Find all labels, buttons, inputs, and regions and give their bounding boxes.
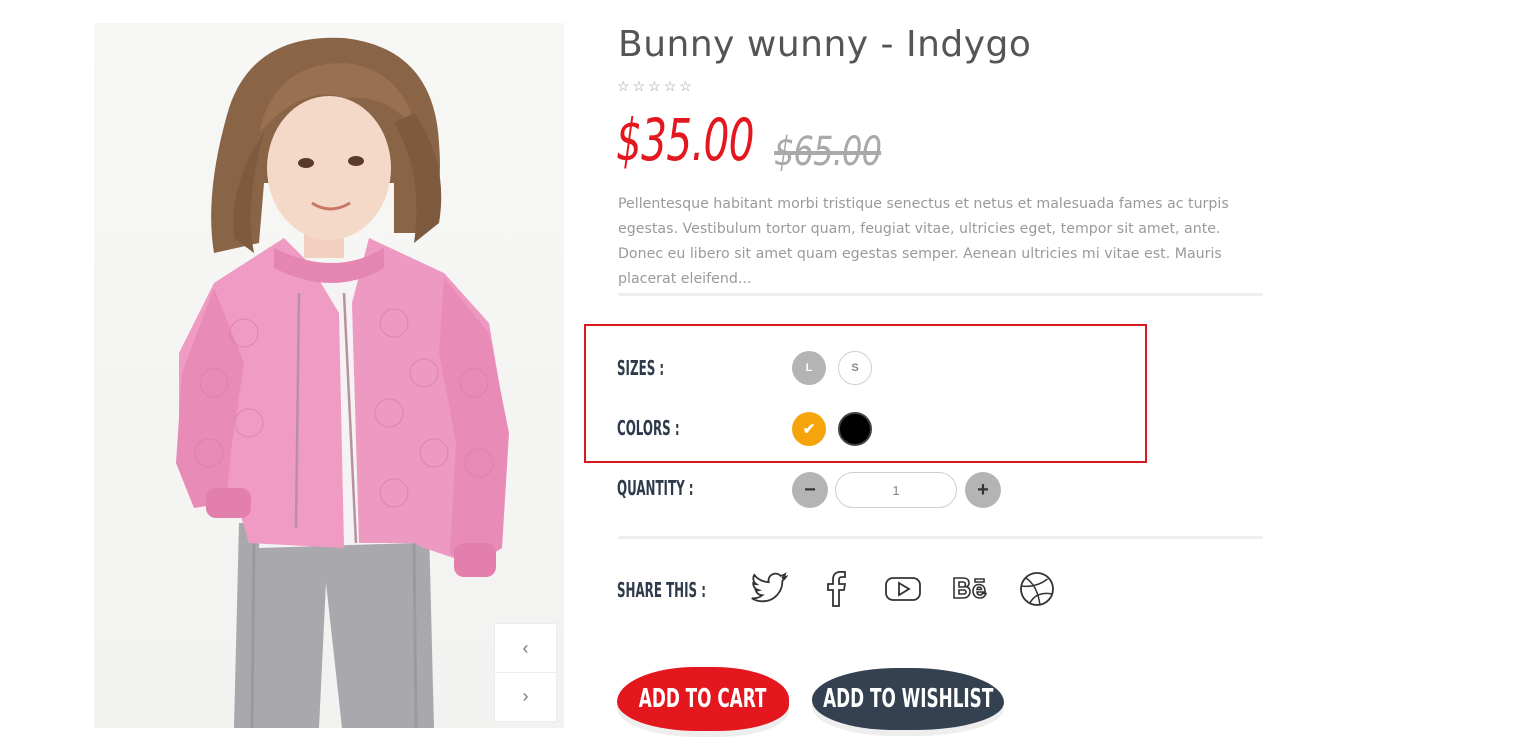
- quantity-decrease-button[interactable]: −: [792, 472, 828, 508]
- color-option-black[interactable]: [838, 412, 872, 446]
- star-icon[interactable]: ☆: [617, 78, 630, 94]
- divider: [618, 536, 1263, 539]
- quantity-increase-button[interactable]: +: [965, 472, 1001, 508]
- product-detail-page: ‹ › Bunny wunny - Indygo ☆ ☆ ☆ ☆ ☆ $35.0…: [0, 0, 1540, 754]
- gallery-next-button[interactable]: ›: [495, 672, 556, 720]
- add-to-cart-label: ADD TO CART: [639, 684, 767, 714]
- old-price: $65.00: [774, 129, 882, 175]
- twitter-icon[interactable]: [750, 570, 788, 608]
- star-icon[interactable]: ☆: [648, 78, 661, 94]
- current-price: $35.00: [616, 106, 754, 174]
- color-option-orange[interactable]: ✔: [792, 412, 826, 446]
- facebook-icon[interactable]: [817, 570, 855, 608]
- product-image: ‹ ›: [94, 23, 564, 728]
- quantity-input[interactable]: [835, 472, 957, 508]
- chevron-right-icon: ›: [522, 685, 529, 706]
- add-to-wishlist-button[interactable]: ADD TO WISHLIST: [812, 668, 1004, 730]
- sizes-label: SIZES :: [617, 356, 665, 380]
- checkmark-icon: ✔: [802, 421, 816, 438]
- behance-icon[interactable]: [951, 570, 989, 608]
- add-to-wishlist-label: ADD TO WISHLIST: [822, 684, 994, 714]
- star-icon[interactable]: ☆: [679, 78, 692, 94]
- quantity-label: QUANTITY :: [617, 476, 694, 500]
- dribbble-icon[interactable]: [1018, 570, 1056, 608]
- size-option-s[interactable]: S: [838, 351, 872, 385]
- star-icon[interactable]: ☆: [633, 78, 646, 94]
- colors-label: COLORS :: [617, 416, 680, 440]
- product-description: Pellentesque habitant morbi tristique se…: [618, 196, 1229, 287]
- size-option-l[interactable]: L: [792, 351, 826, 385]
- share-icons: [750, 570, 1056, 608]
- rating-stars[interactable]: ☆ ☆ ☆ ☆ ☆: [617, 78, 692, 94]
- divider: [618, 293, 1263, 296]
- youtube-icon[interactable]: [884, 570, 922, 608]
- share-label: SHARE THIS :: [617, 578, 706, 602]
- star-icon[interactable]: ☆: [664, 78, 677, 94]
- gallery-nav: ‹ ›: [494, 623, 557, 722]
- chevron-left-icon: ‹: [522, 637, 529, 658]
- gallery-prev-button[interactable]: ‹: [495, 624, 556, 673]
- product-title: Bunny wunny - Indygo: [618, 24, 1032, 65]
- add-to-cart-button[interactable]: ADD TO CART: [617, 667, 789, 731]
